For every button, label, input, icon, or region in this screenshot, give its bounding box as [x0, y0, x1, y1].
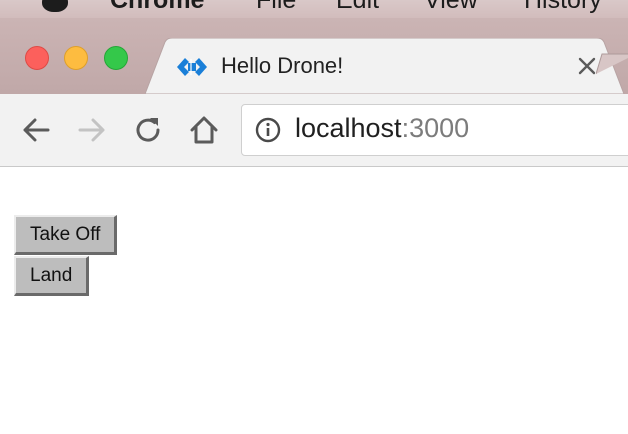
minimize-window-button[interactable] — [64, 46, 88, 70]
menu-chrome[interactable]: Chrome — [110, 0, 204, 15]
address-bar[interactable]: localhost:3000 — [241, 104, 628, 156]
back-arrow-icon[interactable] — [20, 114, 52, 146]
page-content: Take Off Land — [0, 167, 628, 434]
macos-menu-bar: Chrome File Edit View History — [0, 0, 628, 18]
tab-background — [145, 38, 625, 94]
drone-icon — [177, 58, 207, 76]
active-tab[interactable]: Hello Drone! — [145, 38, 628, 94]
menu-history[interactable]: History — [524, 0, 602, 15]
browser-window: Chrome File Edit View History Hello Dron… — [0, 0, 628, 434]
menu-view[interactable]: View — [424, 0, 478, 15]
browser-toolbar: localhost:3000 — [0, 94, 628, 167]
url-port: :3000 — [401, 113, 470, 143]
menu-edit[interactable]: Edit — [336, 0, 379, 15]
new-tab-button[interactable] — [596, 48, 628, 88]
forward-arrow-icon[interactable] — [76, 114, 108, 146]
home-icon[interactable] — [188, 114, 220, 146]
land-button[interactable]: Land — [14, 256, 90, 296]
url-text: localhost:3000 — [295, 113, 469, 144]
url-host: localhost — [295, 113, 402, 143]
info-icon[interactable] — [255, 117, 281, 143]
reload-icon[interactable] — [132, 114, 164, 146]
take-off-button[interactable]: Take Off — [14, 215, 118, 255]
apple-logo-icon[interactable] — [42, 0, 68, 12]
menu-file[interactable]: File — [256, 0, 296, 15]
close-window-button[interactable] — [25, 46, 49, 70]
tab-title: Hello Drone! — [221, 53, 344, 78]
zoom-window-button[interactable] — [104, 46, 128, 70]
